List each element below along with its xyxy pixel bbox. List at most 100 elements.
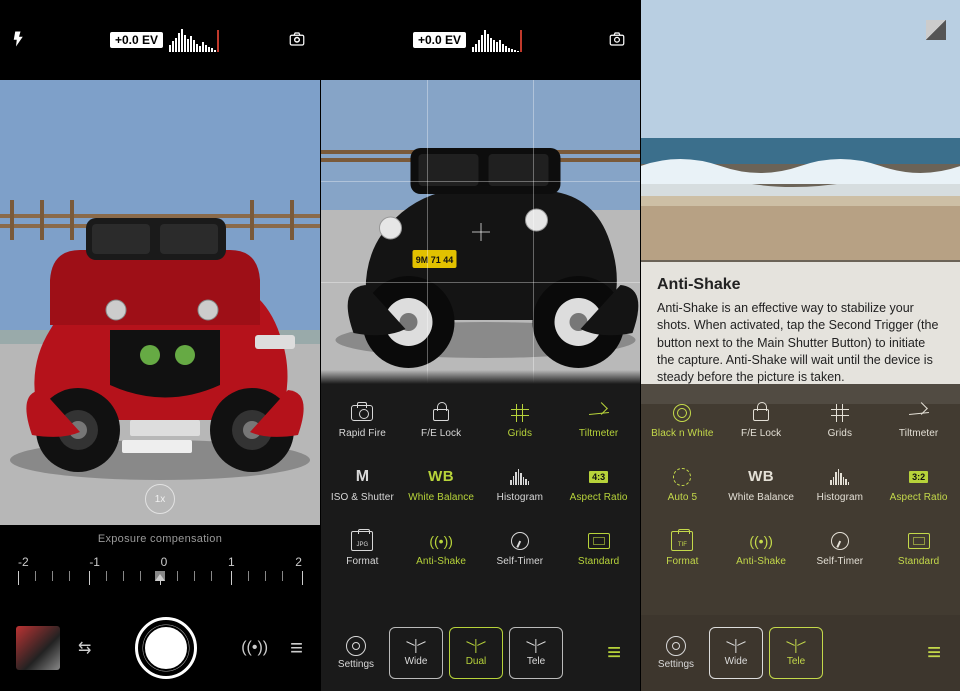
gear-icon xyxy=(666,636,686,656)
ec-scale: -2-1012 xyxy=(18,555,302,569)
lens-tele[interactable]: Tele xyxy=(509,627,563,679)
opt-white-balance[interactable]: WBWhite Balance xyxy=(402,454,481,514)
options-grid: Black n White F/E Lock Grids Tiltmeter A… xyxy=(641,384,960,578)
ev-badge[interactable]: +0.0 EV xyxy=(413,32,466,48)
histogram-icon[interactable] xyxy=(472,28,598,52)
opt-aspect-ratio[interactable]: 3:2Aspect Ratio xyxy=(879,454,958,514)
opt-grids[interactable]: Grids xyxy=(481,390,560,450)
opt-tiltmeter[interactable]: Tiltmeter xyxy=(559,390,638,450)
opt-standard[interactable]: Standard xyxy=(879,518,958,578)
ratio-badge: 3:2 xyxy=(909,471,928,483)
opt-standard[interactable]: Standard xyxy=(559,518,638,578)
opt-iso-shutter[interactable]: MISO & Shutter xyxy=(323,454,402,514)
ec-label: Exposure compensation xyxy=(0,525,320,545)
opt-tiltmeter[interactable]: Tiltmeter xyxy=(879,390,958,450)
histogram-icon xyxy=(830,469,849,485)
lock-icon xyxy=(753,409,769,421)
opt-fe-lock[interactable]: F/E Lock xyxy=(722,390,801,450)
opt-histogram[interactable]: Histogram xyxy=(481,454,560,514)
svg-text:9M 71 44: 9M 71 44 xyxy=(416,255,454,265)
flash-icon[interactable] xyxy=(10,30,28,51)
grid-icon xyxy=(831,404,849,422)
ec-ticks xyxy=(18,571,302,585)
topbar: +0.0 EV xyxy=(0,0,320,80)
app-canvas: +0.0 EV xyxy=(0,0,960,691)
info-card: Anti-Shake Anti-Shake is an effective wa… xyxy=(641,262,960,404)
camera-icon xyxy=(351,405,373,421)
tilt-icon xyxy=(589,406,609,420)
switch-camera-icon[interactable] xyxy=(288,30,306,51)
opt-fe-lock[interactable]: F/E Lock xyxy=(402,390,481,450)
standard-icon xyxy=(588,533,610,549)
opt-histogram[interactable]: Histogram xyxy=(801,454,880,514)
lens-icon xyxy=(726,639,746,653)
standard-icon xyxy=(908,533,930,549)
viewfinder[interactable]: 1x xyxy=(0,80,320,526)
lens-wide[interactable]: Wide xyxy=(709,627,763,679)
last-photo-thumb[interactable] xyxy=(16,626,60,670)
settings-button[interactable]: Settings xyxy=(649,636,703,670)
viewfinder[interactable]: 9M 71 44 xyxy=(321,80,640,384)
opt-aspect-ratio[interactable]: 4:3Aspect Ratio xyxy=(559,454,638,514)
timer-icon xyxy=(511,532,529,550)
tilt-cross-icon xyxy=(472,223,490,241)
opt-rapid-fire[interactable]: Rapid Fire xyxy=(323,390,402,450)
opt-self-timer[interactable]: Self-Timer xyxy=(481,518,560,578)
screen-menu-dark: +0.0 EV 9M 71 44 xyxy=(320,0,640,691)
lock-icon xyxy=(433,409,449,421)
opt-white-balance[interactable]: WBWhite Balance xyxy=(722,454,801,514)
format-icon: JPG xyxy=(351,531,373,551)
info-body: Anti-Shake is an effective way to stabil… xyxy=(657,300,944,386)
zoom-indicator[interactable]: 1x xyxy=(145,484,175,514)
lens-wide[interactable]: Wide xyxy=(389,627,443,679)
options-sheet: Rapid Fire F/E Lock Grids Tiltmeter MISO… xyxy=(321,384,640,691)
menu-icon[interactable]: ≡ xyxy=(290,635,304,661)
aperture-icon xyxy=(673,404,691,422)
pulse-icon: ((•)) xyxy=(749,530,773,552)
lens-dual[interactable]: Dual xyxy=(449,627,503,679)
lens-tele[interactable]: Tele xyxy=(769,627,823,679)
info-title: Anti-Shake xyxy=(657,276,944,294)
timer-icon xyxy=(831,532,849,550)
lens-icon xyxy=(786,639,806,653)
exposure-comp-strip[interactable]: Exposure compensation -2-1012 xyxy=(0,525,320,605)
lens-icon xyxy=(406,639,426,653)
topbar xyxy=(641,0,960,60)
shutter-button[interactable] xyxy=(135,617,197,679)
gear-icon xyxy=(346,636,366,656)
settings-button[interactable]: Settings xyxy=(329,636,383,670)
wb-icon: WB xyxy=(748,468,774,485)
menu-icon[interactable]: ≡ xyxy=(607,639,622,667)
menu-icon[interactable]: ≡ xyxy=(927,639,942,667)
screen-info-sheet: Anti-Shake Anti-Shake is an effective wa… xyxy=(640,0,960,691)
spin-icon xyxy=(673,468,691,486)
pulse-icon: ((•)) xyxy=(429,530,453,552)
opt-anti-shake[interactable]: ((•))Anti-Shake xyxy=(402,518,481,578)
photo-red-car xyxy=(0,80,320,526)
lens-icon xyxy=(466,639,486,653)
swap-icon[interactable]: ⇆ xyxy=(78,638,91,658)
lens-icon xyxy=(526,639,546,653)
opt-format[interactable]: TIFFormat xyxy=(643,518,722,578)
second-trigger-icon[interactable]: ((•)) xyxy=(241,639,268,657)
ev-badge[interactable]: +0.0 EV xyxy=(110,32,163,48)
opt-grids[interactable]: Grids xyxy=(801,390,880,450)
lens-row: Settings Wide Tele ≡ xyxy=(641,615,960,691)
tilt-icon xyxy=(909,406,929,420)
opt-auto5[interactable]: Auto 5 xyxy=(643,454,722,514)
ev-toggle-icon[interactable] xyxy=(926,20,946,40)
wb-icon: WB xyxy=(428,468,454,485)
options-sheet: Black n White F/E Lock Grids Tiltmeter A… xyxy=(641,384,960,691)
histogram-icon[interactable] xyxy=(169,28,278,52)
lens-row: Settings Wide Dual Tele ≡ xyxy=(321,615,640,691)
grid-icon xyxy=(511,404,529,422)
histogram-icon xyxy=(510,469,529,485)
format-icon: TIF xyxy=(671,531,693,551)
opt-black-n-white[interactable]: Black n White xyxy=(643,390,722,450)
opt-self-timer[interactable]: Self-Timer xyxy=(801,518,880,578)
opt-anti-shake[interactable]: ((•))Anti-Shake xyxy=(722,518,801,578)
opt-format[interactable]: JPGFormat xyxy=(323,518,402,578)
switch-camera-icon[interactable] xyxy=(608,30,626,51)
manual-icon: M xyxy=(356,468,369,486)
ratio-badge: 4:3 xyxy=(589,471,608,483)
